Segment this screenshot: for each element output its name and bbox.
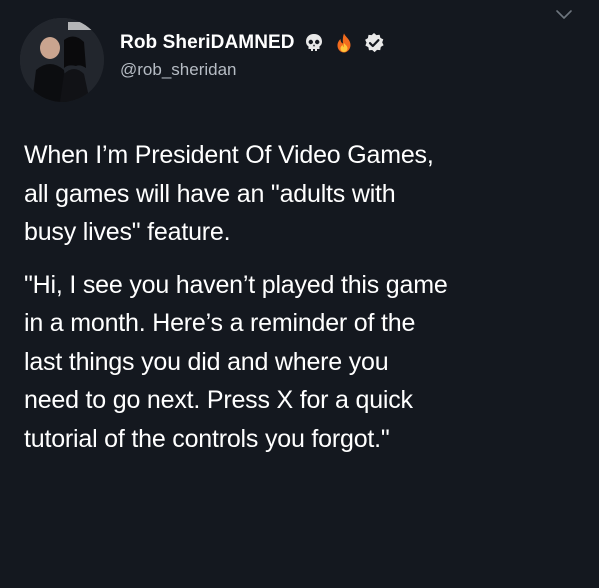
tweet-text-line: "Hi, I see you haven’t played this game: [24, 270, 448, 299]
tweet-text-line: When I’m President Of Video Games,: [24, 141, 434, 169]
tweet-text-line: busy lives" feature.: [24, 218, 231, 246]
tweet-paragraph: "Hi, I see you haven’t played this game …: [24, 266, 584, 459]
verified-badge-icon: [363, 32, 385, 54]
avatar-photo: [20, 18, 104, 102]
avatar[interactable]: [20, 18, 104, 102]
tweet-header: Rob SheriDAMNED @rob_sheridan: [120, 30, 559, 80]
tweet-text-line: all games will have an "adults with: [24, 179, 396, 208]
tweet-text-line: tutorial of the controls you forgot.": [24, 424, 390, 453]
tweet-card: Rob SheriDAMNED @rob_sheridan When I’m P…: [0, 0, 599, 588]
tweet-text-line: in a month. Here’s a reminder of the: [24, 309, 416, 337]
display-name[interactable]: Rob SheriDAMNED: [120, 32, 295, 54]
name-row: Rob SheriDAMNED: [120, 30, 559, 56]
skull-icon: [303, 32, 325, 54]
user-handle[interactable]: @rob_sheridan: [120, 60, 559, 80]
fire-icon: [333, 32, 355, 54]
tweet-text: When I’m President Of Video Games, all g…: [24, 136, 584, 458]
tweet-text-line: last things you did and where you: [24, 347, 389, 376]
chevron-down-icon[interactable]: [555, 8, 573, 22]
tweet-text-line: need to go next. Press X for a quick: [24, 386, 413, 414]
tweet-paragraph: When I’m President Of Video Games, all g…: [24, 136, 584, 252]
